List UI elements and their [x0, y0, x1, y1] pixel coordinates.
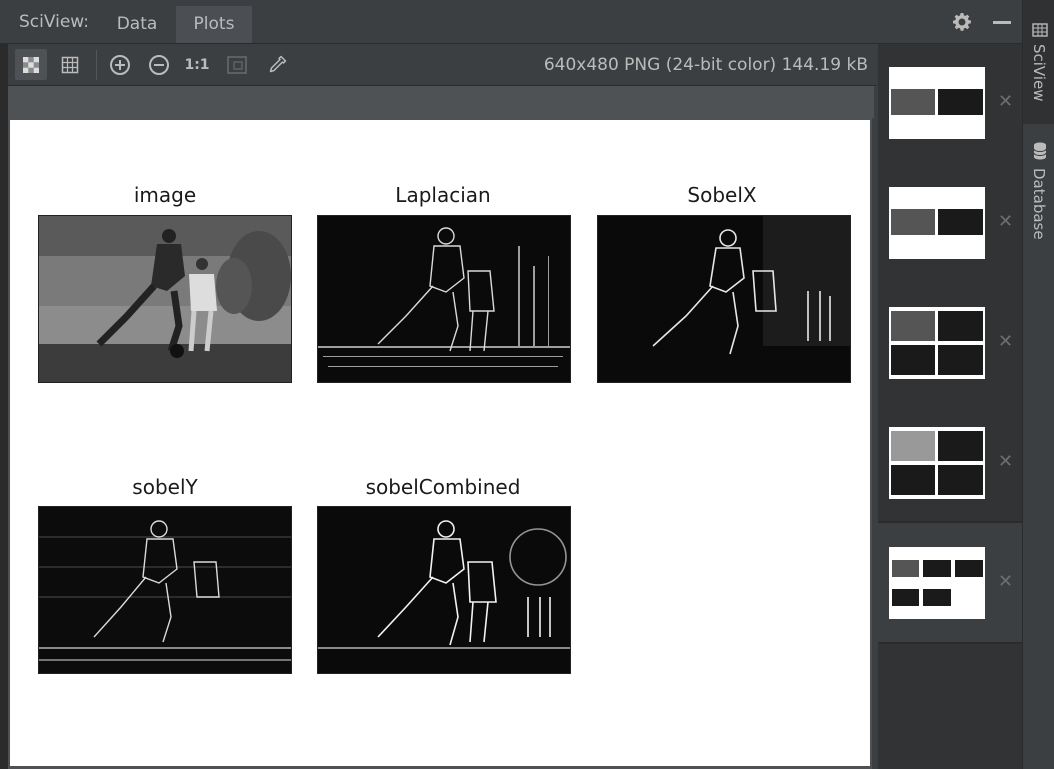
subplot-title-sobelcombined: sobelCombined — [365, 475, 521, 499]
thumbnail-divider — [878, 642, 1022, 644]
zoom-out-button[interactable] — [143, 49, 175, 80]
plot-thumbnail-selected[interactable] — [889, 547, 985, 619]
grid-icon — [61, 56, 79, 73]
plot-thumbnail[interactable] — [889, 427, 985, 499]
chessboard-background-button[interactable] — [15, 49, 47, 80]
close-thumbnail-icon[interactable]: ✕ — [998, 571, 1013, 592]
subplot-sobelx — [597, 215, 851, 383]
plot-canvas[interactable]: image Laplacian SobelX sobelY sobelCombi… — [10, 120, 870, 766]
plot-thumbnail[interactable] — [889, 187, 985, 259]
database-tool-tab[interactable]: Database — [1023, 136, 1054, 256]
plot-thumbnails-panel: ✕ ✕ ✕ ✕ ✕ — [878, 44, 1022, 769]
grid-button[interactable] — [54, 49, 86, 80]
close-thumbnail-icon[interactable]: ✕ — [998, 211, 1013, 232]
viewer-top-margin — [8, 86, 874, 118]
image-viewer[interactable]: image Laplacian SobelX sobelY sobelCombi… — [8, 118, 872, 769]
zoom-in-icon — [110, 54, 130, 75]
plot-thumbnail[interactable] — [889, 67, 985, 139]
actual-size-button[interactable]: 1:1 — [181, 49, 213, 80]
gear-icon[interactable] — [952, 12, 972, 32]
image-info-text: 640x480 PNG (24-bit color) 144.19 kB — [543, 55, 868, 75]
tool-window-stripe: SciView Database — [1022, 0, 1054, 769]
chessboard-icon — [23, 56, 39, 73]
close-thumbnail-icon[interactable]: ✕ — [998, 331, 1013, 352]
fit-to-window-button[interactable] — [221, 49, 253, 80]
eyedropper-icon — [269, 55, 287, 72]
subplot-title-laplacian: Laplacian — [395, 183, 491, 207]
color-picker-button[interactable] — [261, 49, 293, 80]
subplot-title-image: image — [133, 183, 197, 207]
sciview-tool-tab[interactable]: SciView — [1023, 0, 1054, 124]
close-thumbnail-icon[interactable]: ✕ — [998, 451, 1013, 472]
subplot-image — [38, 215, 292, 383]
thumbnail-divider — [878, 521, 1022, 523]
sciview-icon — [1032, 23, 1048, 37]
sciview-header: SciView: Data Plots — [0, 0, 1022, 44]
zoom-in-button[interactable] — [104, 49, 136, 80]
subplot-title-sobely: sobelY — [132, 475, 198, 499]
left-edge — [0, 44, 8, 769]
toolbar-separator — [96, 50, 97, 80]
sciview-label: SciView: — [19, 12, 90, 32]
tab-data[interactable]: Data — [100, 6, 174, 43]
tab-plots[interactable]: Plots — [176, 6, 252, 43]
close-thumbnail-icon[interactable]: ✕ — [998, 91, 1013, 112]
subplot-title-sobelx: SobelX — [687, 183, 757, 207]
database-icon — [1033, 142, 1047, 160]
zoom-out-icon — [149, 54, 169, 75]
database-tab-label: Database — [1030, 168, 1048, 240]
image-toolbar: 1:1 640x480 PNG (24-bit color) 144.19 kB — [0, 44, 877, 86]
subplot-sobelcombined — [317, 506, 571, 674]
sciview-tab-label: SciView — [1030, 44, 1048, 102]
subplot-laplacian — [317, 215, 571, 383]
fit-window-icon — [227, 55, 247, 74]
actual-size-label: 1:1 — [184, 56, 210, 73]
plot-thumbnail[interactable] — [889, 307, 985, 379]
minimize-icon[interactable] — [993, 21, 1011, 24]
subplot-sobely — [38, 506, 292, 674]
